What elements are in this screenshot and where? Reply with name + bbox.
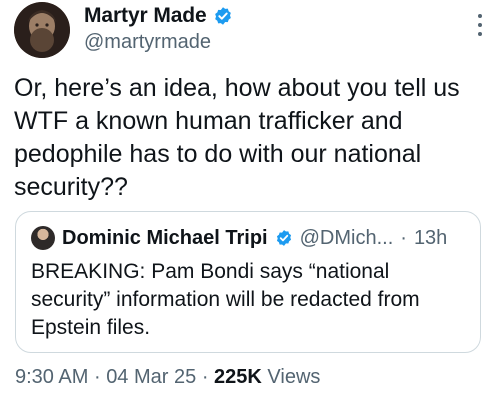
verified-badge-icon: [276, 230, 291, 246]
author-handle[interactable]: @martyrmade: [84, 31, 211, 54]
quoted-author-handle: @DMich...: [299, 226, 394, 249]
author-display-name[interactable]: Martyr Made: [84, 4, 207, 28]
tweet-time[interactable]: 9:30 AM: [15, 366, 88, 388]
views-label: Views: [267, 366, 321, 388]
avatar-portrait-icon: [14, 2, 70, 58]
meta-separator: ·: [201, 366, 209, 388]
quoted-tweet-text: BREAKING: Pam Bondi says “national secur…: [31, 260, 420, 339]
verified-badge-icon: [214, 7, 231, 25]
tweet-text: Or, here’s an idea, how about you tell u…: [14, 74, 460, 201]
tweet-meta: 9:30 AM · 04 Mar 25 · 225K Views: [15, 366, 320, 389]
quoted-author-avatar: [31, 226, 55, 250]
more-vertical-icon: [478, 14, 482, 18]
quoted-tweet-time: 13h: [413, 226, 448, 249]
author-avatar[interactable]: [14, 2, 70, 58]
meta-separator: ·: [93, 366, 101, 388]
quoted-tweet-card[interactable]: Dominic Michael Tripi @DMich... · 13h BR…: [15, 211, 481, 353]
quoted-separator: ·: [400, 226, 407, 249]
quoted-author-display-name: Dominic Michael Tripi: [62, 226, 268, 249]
author-name-row: Martyr Made: [84, 4, 233, 28]
views-count[interactable]: 225K: [214, 366, 262, 388]
quoted-tweet-header: Dominic Michael Tripi @DMich... · 13h: [31, 226, 447, 250]
more-options-button[interactable]: [476, 14, 484, 36]
tweet-date[interactable]: 04 Mar 25: [106, 366, 196, 388]
